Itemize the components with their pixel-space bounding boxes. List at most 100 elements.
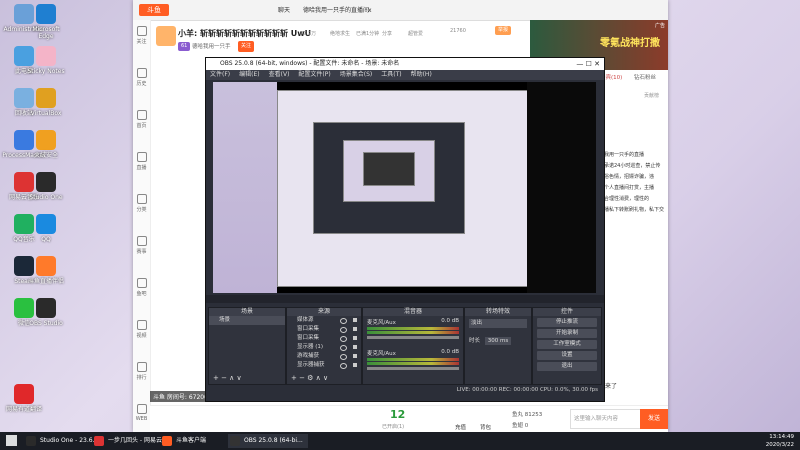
desktop-icon[interactable]: OBS Studio: [24, 298, 68, 327]
chat-input[interactable]: 这里输入聊天内容: [570, 409, 645, 429]
visibility-eye-icon[interactable]: [340, 327, 347, 333]
system-clock[interactable]: 13:14:49 2020/3/22: [766, 433, 794, 449]
volume-slider[interactable]: [367, 367, 459, 370]
controls-dock: 控件 停止推流 开始录制 工作室模式 设置 退出: [532, 307, 602, 385]
app-icon: [36, 256, 56, 276]
windows-start-icon[interactable]: [6, 435, 17, 446]
obs-menu-item[interactable]: 编辑(E): [239, 71, 259, 78]
source-label: 显示器捕获: [297, 362, 325, 368]
douyu-logo[interactable]: 斗鱼: [139, 4, 169, 16]
desktop-icon-label: Sticky Notes: [27, 68, 65, 75]
online-count-label: 已开启(1): [382, 424, 405, 430]
room-tag[interactable]: 已满1分钟: [356, 30, 379, 37]
source-item[interactable]: 显示器 (1): [287, 343, 361, 352]
desktop-icon[interactable]: Studio One: [24, 172, 68, 201]
obs-titlebar: OBS 25.0.8 (64-bit, windows) - 配置文件: 未命名…: [206, 58, 604, 70]
obs-control-button[interactable]: 开始录制: [537, 329, 597, 338]
obs-preview[interactable]: [213, 82, 596, 293]
sidebar-icon: [136, 194, 147, 204]
lock-icon[interactable]: [353, 336, 357, 340]
sidebar-item[interactable]: 排行: [133, 362, 150, 398]
recharge-button[interactable]: 充值: [455, 423, 466, 431]
obs-menu-item[interactable]: 查看(V): [269, 71, 290, 78]
lock-icon[interactable]: [353, 354, 357, 358]
lock-icon[interactable]: [353, 327, 357, 331]
desktop-icon[interactable]: 火绒安全: [24, 130, 68, 159]
mixer-track-2: 麦克风/Aux 0.0 dB: [363, 347, 463, 372]
obs-control-button[interactable]: 工作室模式: [537, 340, 597, 349]
lock-icon[interactable]: [353, 318, 357, 322]
online-count: 12: [390, 408, 406, 421]
sidebar-item-label: 排行: [136, 375, 147, 381]
scene-controls[interactable]: + − ∧ ∨: [213, 374, 242, 382]
backpack-button[interactable]: 背包: [480, 423, 491, 431]
duration-input[interactable]: 300 ms: [484, 337, 512, 345]
source-item[interactable]: 窗口采集: [287, 334, 361, 343]
anchor-name[interactable]: 德哈我用一只手: [192, 42, 231, 50]
tab-diamond-fans[interactable]: 钻石粉丝: [634, 73, 656, 81]
app-icon: [36, 298, 56, 318]
anchor-avatar[interactable]: [156, 26, 176, 46]
source-item[interactable]: 窗口采集: [287, 325, 361, 334]
desktop-icon-label: 网易有道翻译: [5, 406, 42, 413]
obs-control-button[interactable]: 设置: [537, 351, 597, 360]
window-controls[interactable]: — ☐ ✕: [576, 58, 600, 70]
desktop-icon[interactable]: 斗鱼直播伴侣: [24, 256, 68, 285]
desktop-icon[interactable]: QQ: [24, 214, 68, 243]
follow-count: 77.2万: [300, 31, 317, 37]
sidebar-item[interactable]: 视频: [133, 320, 150, 356]
report-button[interactable]: 举报: [495, 26, 512, 35]
visibility-eye-icon[interactable]: [340, 336, 347, 342]
obs-menu-item[interactable]: 场景集合(S): [340, 71, 373, 78]
room-tag[interactable]: 分享: [382, 30, 392, 37]
app-icon: [36, 4, 56, 24]
visibility-eye-icon[interactable]: [340, 318, 347, 324]
sidebar-item[interactable]: 历史: [133, 68, 150, 104]
desktop-icon[interactable]: VirtualBox: [24, 88, 68, 117]
close-tab-icon[interactable]: x: [368, 3, 372, 19]
sidebar-item[interactable]: 关注: [133, 26, 150, 62]
volume-meter: [367, 358, 459, 361]
follow-button[interactable]: 关注: [238, 41, 255, 52]
sidebar-item-label: 分类: [136, 207, 147, 213]
preview-desktop-slice: [213, 82, 277, 293]
controls-list: 停止推流开始录制工作室模式设置退出: [533, 318, 601, 371]
visibility-eye-icon[interactable]: [340, 345, 347, 351]
obs-menu-item[interactable]: 工具(T): [381, 71, 401, 78]
obs-menu-item[interactable]: 配置文件(P): [298, 71, 330, 78]
obs-control-button[interactable]: 停止推流: [537, 318, 597, 327]
source-item[interactable]: 媒体源: [287, 316, 361, 325]
desktop-icon[interactable]: Sticky Notes: [24, 46, 68, 75]
obs-menu-item[interactable]: 文件(F): [210, 71, 230, 78]
desktop-icon[interactable]: Microsoft Edge: [24, 4, 68, 40]
desktop-icon[interactable]: 网易有道翻译: [2, 384, 46, 413]
taskbar-item-label: 一步几回头 - 网易云: [108, 437, 162, 444]
source-item[interactable]: 显示器捕获: [287, 361, 361, 370]
sidebar-item[interactable]: 首页: [133, 110, 150, 146]
send-button[interactable]: 发送: [640, 409, 668, 429]
sidebar-item[interactable]: 分类: [133, 194, 150, 230]
ad-text: 零氪战神打撒: [600, 38, 660, 49]
lock-icon[interactable]: [353, 363, 357, 367]
source-controls[interactable]: + − ⚙ ∧ ∨: [291, 374, 328, 382]
source-item[interactable]: 游戏捕获: [287, 352, 361, 361]
room-tag[interactable]: 超管爱: [408, 30, 423, 37]
obs-title: OBS 25.0.8 (64-bit, windows) - 配置文件: 未命名…: [220, 60, 400, 67]
room-tag[interactable]: 绝地求生: [330, 30, 350, 37]
visibility-eye-icon[interactable]: [340, 354, 347, 360]
volume-slider[interactable]: [367, 336, 459, 339]
lock-icon[interactable]: [353, 345, 357, 349]
stream-header: 小羊: 斩斩斩斩斩斩斩斩斩斩斩 UwU 77.2万 61 德哈我用一只手 关注 …: [150, 20, 530, 58]
sidebar-item[interactable]: 鱼吧: [133, 278, 150, 314]
scene-item[interactable]: 场景: [209, 316, 285, 325]
obs-menu-item[interactable]: 帮助(H): [411, 71, 432, 78]
sidebar-item[interactable]: 赛事: [133, 236, 150, 272]
sidebar-item[interactable]: 直播: [133, 152, 150, 188]
transitions-dock: 转场特效 淡出 时长 300 ms: [464, 307, 532, 385]
taskbar-item[interactable]: OBS 25.0.8 (64-bi...: [228, 434, 308, 448]
source-label: 窗口采集: [297, 335, 320, 341]
tab-chat[interactable]: 聊天: [278, 3, 290, 19]
visibility-eye-icon[interactable]: [340, 363, 347, 369]
obs-control-button[interactable]: 退出: [537, 362, 597, 371]
transition-select[interactable]: 淡出: [469, 319, 527, 328]
